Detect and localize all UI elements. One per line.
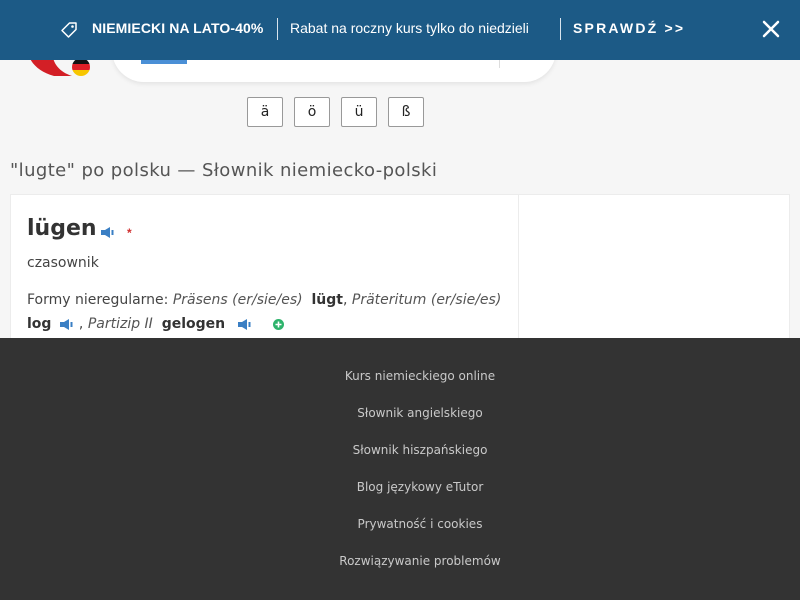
irregular-marker: * xyxy=(127,226,132,240)
part-of-speech: czasownik xyxy=(27,255,99,271)
promo-title: NIEMIECKI NA LATO-40% xyxy=(92,20,264,36)
footer-link-english-dictionary[interactable]: Słownik angielskiego xyxy=(0,406,800,420)
footer-link-spanish-dictionary[interactable]: Słownik hiszpańskiego xyxy=(0,443,800,457)
column-divider xyxy=(518,195,519,345)
promo-separator xyxy=(560,18,561,40)
speaker-icon[interactable] xyxy=(101,227,114,238)
footer-link-privacy[interactable]: Prywatność i cookies xyxy=(0,517,800,531)
char-button-u-umlaut[interactable]: ü xyxy=(341,97,377,127)
speaker-icon[interactable] xyxy=(237,318,251,330)
close-icon[interactable] xyxy=(758,16,784,42)
footer: Kurs niemieckiego online Słownik angiels… xyxy=(0,338,800,600)
german-flag-icon xyxy=(72,58,90,76)
footer-link-blog[interactable]: Blog językowy eTutor xyxy=(0,480,800,494)
headword: lügen xyxy=(27,216,97,241)
entry-card: lügen * czasownik Formy nieregularne: Pr… xyxy=(10,194,790,345)
tag-icon xyxy=(61,22,77,38)
form-value: gelogen xyxy=(161,316,226,332)
char-button-eszett[interactable]: ß xyxy=(388,97,424,127)
irregular-forms: Formy nieregularne: Präsens (er/sie/es) … xyxy=(27,292,502,332)
promo-description: Rabat na roczny kurs tylko do niedzieli xyxy=(290,20,529,36)
form-value: log xyxy=(27,316,52,332)
page-title: "lugte" po polsku — Słownik niemiecko-po… xyxy=(10,160,438,181)
promo-banner[interactable]: NIEMIECKI NA LATO-40% Rabat na roczny ku… xyxy=(0,0,800,60)
char-button-o-umlaut[interactable]: ö xyxy=(294,97,330,127)
forms-label: Formy nieregularne: xyxy=(27,292,169,308)
form-label: Präteritum (er/sie/es) xyxy=(351,292,502,308)
promo-separator xyxy=(277,18,278,40)
promo-cta-link[interactable]: SPRAWDŹ >> xyxy=(573,20,685,36)
footer-link-german-course[interactable]: Kurs niemieckiego online xyxy=(0,369,800,383)
footer-link-troubleshooting[interactable]: Rozwiązywanie problemów xyxy=(0,554,800,568)
speaker-icon[interactable] xyxy=(59,318,73,330)
form-value: lügt xyxy=(311,292,343,308)
form-label: Partizip II xyxy=(87,316,153,332)
char-button-a-umlaut[interactable]: ä xyxy=(247,97,283,127)
form-label: Präsens (er/sie/es) xyxy=(172,292,303,308)
special-chars-toolbar: ä ö ü ß xyxy=(247,97,424,127)
plus-circle-icon[interactable] xyxy=(273,318,285,330)
search-input-highlight xyxy=(141,60,187,64)
